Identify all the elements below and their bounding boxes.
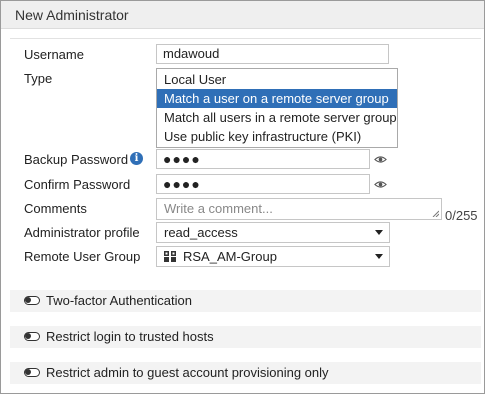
username-label: Username [24,47,84,62]
remote-user-group-select[interactable]: RSA_AM-Group [156,246,390,267]
trusted-hosts-row: Restrict login to trusted hosts [10,326,481,348]
confirm-password-field[interactable]: ●●●● [156,174,370,194]
two-factor-auth-row: Two-factor Authentication [10,290,481,312]
guest-provisioning-label: Restrict admin to guest account provisio… [46,365,329,380]
guest-provisioning-toggle[interactable] [24,368,40,377]
trusted-hosts-toggle[interactable] [24,332,40,341]
chevron-down-icon [375,254,383,259]
new-administrator-dialog: New Administrator Username mdawoud Type … [0,0,485,394]
dialog-titlebar: New Administrator [1,1,484,29]
backup-password-field[interactable]: ●●●● [156,149,370,169]
admin-profile-select[interactable]: read_access [156,222,390,243]
comments-char-counter: 0/255 [445,208,478,223]
backup-password-label: Backup Password [24,152,129,167]
comments-placeholder: Write a comment... [164,201,273,216]
dialog-title: New Administrator [15,7,129,23]
type-option-remote-group[interactable]: Match all users in a remote server group [157,108,397,127]
info-icon[interactable]: i [130,152,143,165]
type-label: Type [24,71,53,86]
chevron-down-icon [375,230,383,235]
comments-label: Comments [24,201,87,216]
type-option-pki-group[interactable]: Use public key infrastructure (PKI) grou… [157,127,397,163]
type-option-remote-user[interactable]: Match a user on a remote server group [157,89,397,108]
confirm-password-label: Confirm Password [24,177,131,192]
guest-provisioning-row: Restrict admin to guest account provisio… [10,362,481,384]
show-confirm-password-eye-icon[interactable] [374,180,387,189]
admin-profile-value: read_access [164,225,238,240]
type-dropdown-list[interactable]: Local User Match a user on a remote serv… [156,68,398,163]
resize-grip-icon[interactable] [432,210,439,217]
username-field[interactable]: mdawoud [156,44,389,64]
type-option-local-user[interactable]: Local User [157,70,397,89]
show-password-eye-icon[interactable] [374,155,387,164]
remote-user-group-label: Remote User Group [24,249,141,264]
comments-textarea[interactable]: Write a comment... [156,198,442,220]
two-factor-auth-label: Two-factor Authentication [46,293,192,308]
trusted-hosts-label: Restrict login to trusted hosts [46,329,214,344]
remote-user-group-value: RSA_AM-Group [183,249,277,264]
two-factor-auth-toggle[interactable] [24,296,40,305]
admin-profile-label: Administrator profile [24,225,140,240]
user-group-icon [164,251,176,262]
